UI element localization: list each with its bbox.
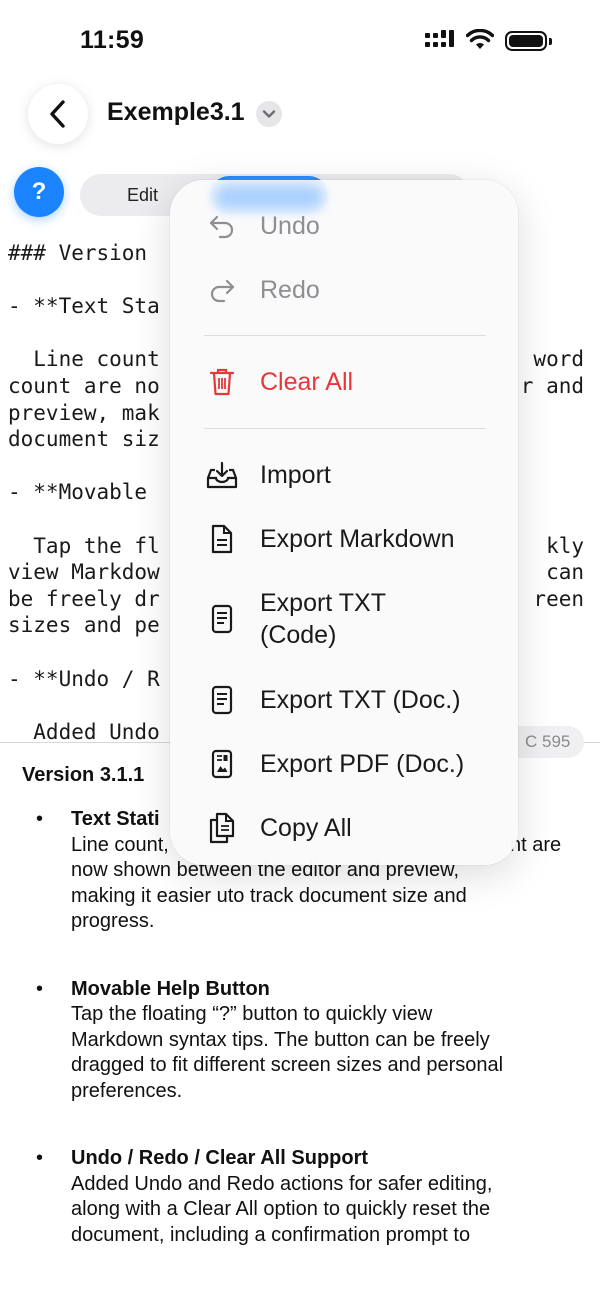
menu-item-label: Undo — [260, 212, 320, 240]
preview-item-body-line: preferences. — [71, 1079, 183, 1102]
menu-item-export-txt-doc[interactable]: Export TXT (Doc.) — [170, 684, 518, 716]
undo-icon — [206, 210, 238, 242]
menu-separator — [204, 428, 486, 429]
menu-separator — [204, 335, 486, 336]
help-button[interactable]: ? — [14, 167, 64, 217]
editor-fragment: kly — [546, 533, 584, 558]
preview-item-body-line: Markdown syntax tips. The button can be … — [71, 1028, 490, 1051]
text-document-icon — [206, 684, 238, 716]
menu-item-export-pdf[interactable]: Export PDF (Doc.) — [170, 748, 518, 780]
preview-item-body-line: Added Undo and Redo actions for safer ed… — [71, 1172, 493, 1195]
menu-item-label: Redo — [260, 276, 320, 304]
menu-item-copy-all[interactable]: Copy All — [170, 812, 518, 844]
menu-item-import[interactable]: Import — [170, 459, 518, 491]
pdf-document-icon — [206, 748, 238, 780]
selected-segment-glow — [214, 184, 324, 210]
redo-icon — [206, 274, 238, 306]
back-button[interactable] — [28, 84, 88, 144]
editor-fragment: can — [546, 560, 584, 585]
editor-fragment: word — [533, 347, 584, 372]
preview-item-body-line: dragged to fit different screen sizes an… — [71, 1054, 504, 1076]
text-document-icon — [206, 603, 238, 635]
menu-item-label: Export Markdown — [260, 525, 455, 553]
tray-download-icon — [206, 459, 238, 491]
menu-item-redo[interactable]: Redo — [170, 274, 518, 306]
editor-fragment: reen — [533, 586, 584, 611]
battery-icon — [505, 31, 552, 51]
preview-item-body-line: progress. — [71, 910, 155, 932]
menu-item-label: Import — [260, 461, 331, 489]
menu-item-label-line2: (Code) — [260, 621, 337, 649]
bullet: • — [36, 808, 44, 830]
title-menu-button[interactable] — [256, 101, 282, 127]
preview-list-item: • Undo / Redo / Clear All Support Added Un… — [22, 1146, 582, 1248]
status-time: 11:59 — [80, 26, 145, 54]
menu-item-export-markdown[interactable]: Export Markdown — [170, 523, 518, 555]
preview-item-body-line: Tap the floating “?” button to quickly v… — [71, 1003, 433, 1025]
editor-fragment: r and — [520, 374, 584, 398]
menu-item-label: Clear All — [260, 368, 354, 396]
chevron-down-icon — [262, 110, 276, 118]
actions-menu: Undo Redo Clear All Import Export Markdo… — [170, 180, 518, 865]
menu-item-clear-all[interactable]: Clear All — [170, 366, 518, 398]
menu-item-label: Export TXT (Doc.) — [260, 686, 461, 714]
bullet: • — [36, 1147, 44, 1169]
menu-item-label: Export TXT — [260, 589, 386, 617]
preview-list-item: • Movable Help Button Tap the floating “?”… — [22, 977, 582, 1105]
preview-item-body-line: document, including a confirmation promp… — [71, 1223, 471, 1246]
preview-item-body-line: along with a Clear All option to quickly… — [71, 1198, 491, 1220]
wifi-icon — [466, 29, 494, 49]
menu-item-label: Copy All — [260, 814, 352, 842]
menu-item-undo[interactable]: Undo — [170, 210, 518, 242]
menu-item-export-txt-code[interactable]: Export TXT (Code) — [170, 587, 518, 651]
chevron-left-icon — [50, 100, 65, 128]
preview-item-body-line: making it easier uto track document size… — [71, 884, 467, 907]
cellular-signal-icon — [425, 30, 454, 47]
preview-item-title: Undo / Redo / Clear All Support — [71, 1147, 369, 1169]
bullet: • — [36, 977, 44, 1000]
document-icon — [206, 523, 238, 555]
trash-icon — [206, 366, 238, 398]
copy-documents-icon — [206, 812, 238, 844]
menu-item-label: Export PDF (Doc.) — [260, 750, 465, 778]
document-title[interactable]: Exemple3.1 — [107, 98, 245, 127]
preview-item-title: Movable Help Button — [71, 977, 270, 1000]
